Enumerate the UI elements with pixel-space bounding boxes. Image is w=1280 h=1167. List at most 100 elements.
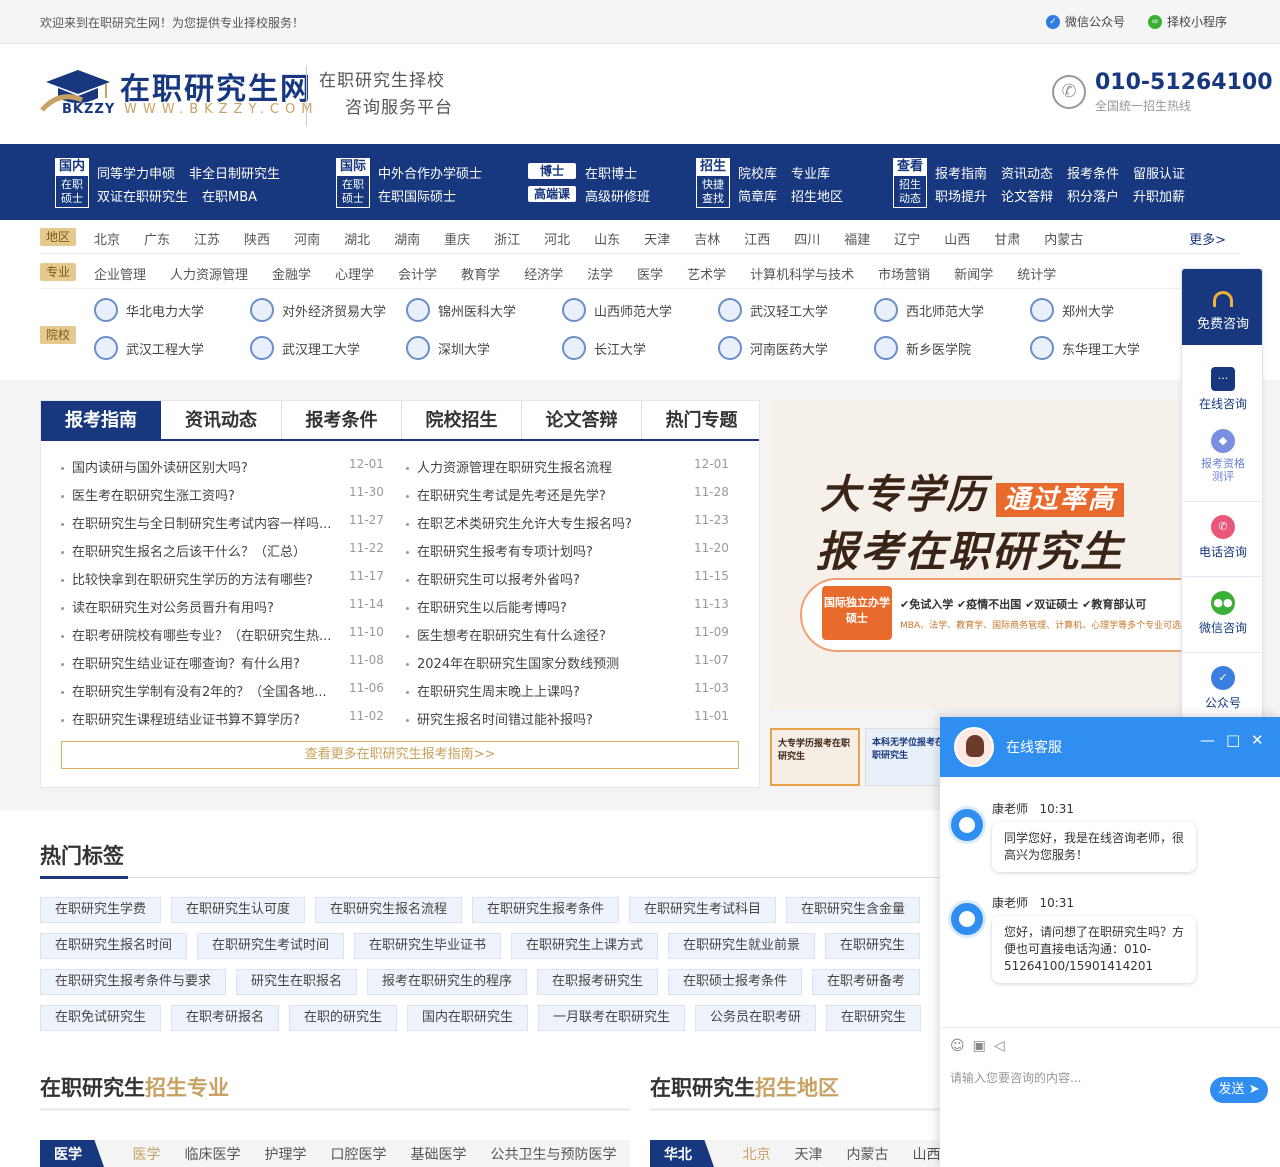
more-guide-button[interactable]: 查看更多在职研究生报考指南>> (61, 741, 739, 769)
majors-lead[interactable]: 医学 (40, 1140, 104, 1167)
hot-tag[interactable]: 在职硕士报考条件 (668, 969, 802, 995)
region-item[interactable]: 河北 (544, 233, 570, 248)
major-item[interactable]: 医学 (637, 268, 663, 283)
regions-lead[interactable]: 华北 (650, 1140, 714, 1167)
wechat-consult-button[interactable]: ●● 微信咨询 (1182, 591, 1262, 636)
nav-link[interactable]: 专业库 (791, 167, 830, 182)
assessment-button[interactable]: ◆ 报考资格测评 (1182, 429, 1262, 483)
hot-tag[interactable]: 在职研究生含金量 (786, 897, 920, 923)
image-icon[interactable]: ▣ (973, 1038, 986, 1054)
region-item[interactable]: 陕西 (244, 233, 270, 248)
close-icon[interactable]: ✕ (1251, 731, 1264, 749)
news-item[interactable]: 在职研究生以后能考博吗? 11-13 (406, 597, 729, 616)
nav-link[interactable]: 同等学力申硕 (97, 167, 175, 182)
school-link[interactable]: 西北师范大学 (874, 298, 984, 322)
news-item[interactable]: 在职艺术类研究生允许大专生报名吗? 11-23 (406, 513, 729, 532)
hot-tag[interactable]: 在职研究生上课方式 (511, 933, 658, 959)
major-item[interactable]: 市场营销 (878, 268, 930, 283)
major-item[interactable]: 艺术学 (687, 268, 726, 283)
hot-tag[interactable]: 在职免试研究生 (40, 1005, 161, 1031)
region-item[interactable]: 甘肃 (994, 233, 1020, 248)
hot-tag[interactable]: 在职研究生就业前景 (668, 933, 815, 959)
emoji-icon[interactable]: ☺ (950, 1038, 965, 1054)
region-subtab[interactable]: 北京 (742, 1140, 770, 1167)
news-item[interactable]: 在职研究生考试是先考还是先学? 11-28 (406, 485, 729, 504)
nav-box-search[interactable]: 招生 快捷查找 (696, 158, 730, 208)
school-link[interactable]: 郑州大学 (1030, 298, 1114, 322)
major-subtab[interactable]: 口腔医学 (330, 1140, 386, 1167)
nav-link[interactable]: 中外合作办学硕士 (378, 167, 482, 182)
region-subtab[interactable]: 内蒙古 (846, 1140, 888, 1167)
hot-tag[interactable]: 在职的研究生 (289, 1005, 397, 1031)
school-link[interactable]: 华北电力大学 (94, 298, 204, 322)
major-item[interactable]: 新闻学 (954, 268, 993, 283)
tab-news[interactable]: 资讯动态 (161, 401, 281, 439)
nav-link[interactable]: 留服认证 (1133, 167, 1185, 182)
region-item[interactable]: 天津 (644, 233, 670, 248)
promo-banner[interactable]: 大专学历 通过率高 报考在职研究生 国际独立办学硕士 ✔免试入学 ✔疫情不出国 ✔… (770, 400, 1190, 710)
school-link[interactable]: 河南医药大学 (718, 336, 828, 360)
tab-thesis[interactable]: 论文答辩 (521, 401, 641, 439)
send-button[interactable]: 发送 ➤ (1210, 1077, 1268, 1103)
news-item[interactable]: 在职研究生周末晚上上课吗? 11-03 (406, 681, 729, 700)
nav-link[interactable]: 报考条件 (1067, 167, 1119, 182)
hot-tag[interactable]: 在职研究生报考条件 (472, 897, 619, 923)
logo-mark[interactable]: BKZZY (40, 64, 116, 118)
major-subtab[interactable]: 医学 (132, 1140, 160, 1167)
hot-tag[interactable]: 在职研究生毕业证书 (354, 933, 501, 959)
tab-guide[interactable]: 报考指南 (41, 401, 161, 439)
hot-tag[interactable]: 在职考研报名 (171, 1005, 279, 1031)
nav-link[interactable]: 积分落户 (1067, 190, 1119, 205)
region-item[interactable]: 河南 (294, 233, 320, 248)
maximize-icon[interactable]: □ (1226, 731, 1240, 749)
school-link[interactable]: 武汉理工大学 (250, 336, 360, 360)
news-item[interactable]: 读在职研究生对公务员晋升有用吗? 11-14 (61, 597, 384, 616)
region-more-link[interactable]: 更多> (1189, 229, 1226, 248)
hot-tag[interactable]: 在职研究生报名流程 (315, 897, 462, 923)
major-item[interactable]: 教育学 (461, 268, 500, 283)
region-item[interactable]: 福建 (844, 233, 870, 248)
news-item[interactable]: 在职研究生结业证在哪查询？有什么用? 11-08 (61, 653, 384, 672)
news-item[interactable]: 在职研究生学制有没有2年的？（全国各地... 11-06 (61, 681, 384, 700)
region-item[interactable]: 浙江 (494, 233, 520, 248)
nav-link[interactable]: 招生地区 (791, 190, 843, 205)
news-item[interactable]: 在职研究生报名之后该干什么？（汇总） 11-22 (61, 541, 384, 560)
hot-tag[interactable]: 公务员在职考研 (695, 1005, 816, 1031)
school-link[interactable]: 东华理工大学 (1030, 336, 1140, 360)
chat-input[interactable]: 请输入您要咨询的内容... (950, 1069, 1081, 1086)
major-subtab[interactable]: 临床医学 (184, 1140, 240, 1167)
hot-tag[interactable]: 一月联考在职研究生 (538, 1005, 685, 1031)
school-link[interactable]: 长江大学 (562, 336, 646, 360)
region-subtab[interactable]: 天津 (794, 1140, 822, 1167)
hot-tag[interactable]: 在职研究生考试科目 (629, 897, 776, 923)
region-item[interactable]: 江西 (744, 233, 770, 248)
nav-link[interactable]: 非全日制研究生 (189, 167, 280, 182)
nav-link[interactable]: 在职MBA (202, 190, 257, 205)
nav-link[interactable]: 院校库 (738, 167, 777, 182)
major-item[interactable]: 统计学 (1017, 268, 1056, 283)
nav-box-news[interactable]: 查看 招生动态 (893, 158, 927, 208)
tab-topics[interactable]: 热门专题 (641, 401, 761, 439)
region-subtab[interactable]: 山西 (912, 1140, 940, 1167)
hot-tag[interactable]: 在职研究生考试时间 (197, 933, 344, 959)
sound-icon[interactable]: ◁ (994, 1038, 1005, 1054)
mini-program-link[interactable]: ∞ 择校小程序 (1148, 13, 1227, 30)
news-item[interactable]: 在职研究生课程班结业证书算不算学历? 11-02 (61, 709, 384, 728)
news-item[interactable]: 在职研究生与全日制研究生考试内容一样吗... 11-27 (61, 513, 384, 532)
region-item[interactable]: 内蒙古 (1044, 233, 1083, 248)
free-consult-button[interactable]: 免费咨询 (1182, 269, 1262, 345)
tab-admissions[interactable]: 院校招生 (401, 401, 521, 439)
hot-tag[interactable]: 在职研究生报名时间 (40, 933, 187, 959)
region-item[interactable]: 湖北 (344, 233, 370, 248)
nav-link[interactable]: 资讯动态 (1001, 167, 1053, 182)
major-subtab[interactable]: 基础医学 (410, 1140, 466, 1167)
major-subtab[interactable]: 护理学 (264, 1140, 306, 1167)
major-item[interactable]: 计算机科学与技术 (750, 268, 854, 283)
major-item[interactable]: 金融学 (272, 268, 311, 283)
nav-link[interactable]: 高级研修班 (585, 190, 650, 205)
nav-link[interactable]: 论文答辩 (1001, 190, 1053, 205)
major-item[interactable]: 心理学 (335, 268, 374, 283)
region-item[interactable]: 吉林 (694, 233, 720, 248)
region-item[interactable]: 北京 (94, 233, 120, 248)
news-item[interactable]: 研究生报名时间错过能补报吗? 11-01 (406, 709, 729, 728)
